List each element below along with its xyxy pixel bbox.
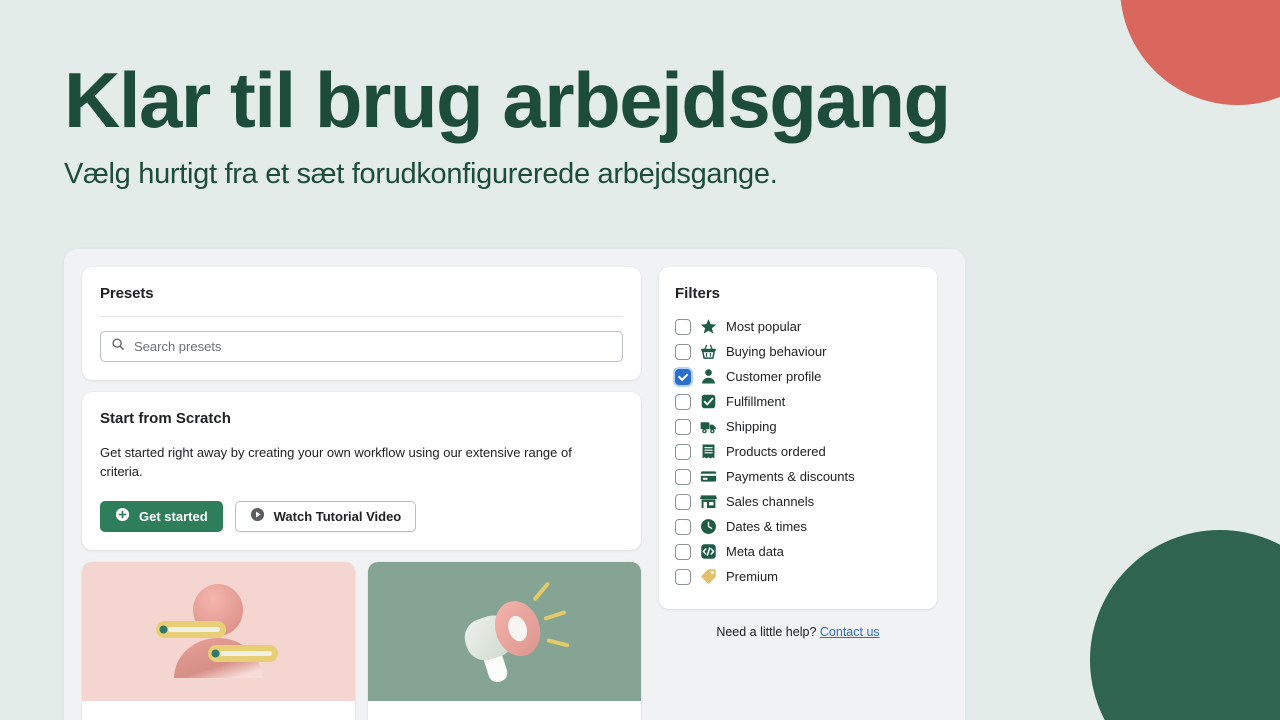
filter-checkbox[interactable] xyxy=(675,418,691,435)
person-icon xyxy=(700,368,717,385)
page-title: Klar til brug arbejdsgang xyxy=(64,56,951,144)
filter-label: Sales channels xyxy=(726,494,815,509)
preset-card-footer xyxy=(368,700,641,720)
filter-row[interactable]: Customer profile xyxy=(675,364,921,389)
filter-row[interactable]: Fulfillment xyxy=(675,389,921,414)
receipt-icon xyxy=(700,443,717,460)
filter-row[interactable]: Most popular xyxy=(675,314,921,339)
hero-section: Klar til brug arbejdsgang Vælg hurtigt f… xyxy=(64,56,1064,191)
filter-row[interactable]: Payments & discounts xyxy=(675,464,921,489)
right-column: Filters Most popular Buying behaviour Cust… xyxy=(659,267,937,720)
app-window: Presets Start from Scratch Get started r… xyxy=(64,249,965,720)
truck-icon xyxy=(700,418,717,435)
scratch-title: Start from Scratch xyxy=(100,410,231,427)
filter-checkbox[interactable] xyxy=(675,343,691,360)
scratch-description: Get started right away by creating your … xyxy=(100,445,572,479)
play-circle-icon xyxy=(250,507,265,525)
filter-checkbox[interactable] xyxy=(675,493,691,510)
scratch-button-row: Get started Watch Tutorial Video xyxy=(100,500,623,532)
help-line: Need a little help? Contact us xyxy=(659,625,937,639)
filter-label: Premium xyxy=(726,569,779,584)
preset-card-customer-profile[interactable] xyxy=(82,561,355,720)
filters-list: Most popular Buying behaviour Customer pro… xyxy=(675,314,921,589)
filter-row[interactable]: Premium xyxy=(675,564,921,589)
start-from-scratch-card: Start from Scratch Get started right awa… xyxy=(82,392,641,550)
presets-card: Presets xyxy=(82,267,641,380)
page-subtitle: Vælg hurtigt fra et sæt forudkonfigurere… xyxy=(64,158,778,191)
plus-circle-icon xyxy=(115,507,130,525)
filter-label: Customer profile xyxy=(726,369,822,384)
watch-tutorial-label: Watch Tutorial Video xyxy=(273,508,402,524)
watch-tutorial-video-button[interactable]: Watch Tutorial Video xyxy=(234,500,417,532)
filter-row[interactable]: Meta data xyxy=(675,539,921,564)
get-started-label: Get started xyxy=(139,508,208,524)
filter-label: Dates & times xyxy=(726,519,807,534)
filters-title: Filters xyxy=(675,285,721,302)
filter-row[interactable]: Buying behaviour xyxy=(675,339,921,364)
filter-row[interactable]: Products ordered xyxy=(675,439,921,464)
checkbox-icon xyxy=(700,393,717,410)
filter-label: Most popular xyxy=(726,319,802,334)
filter-checkbox[interactable] xyxy=(675,468,691,485)
filter-row[interactable]: Sales channels xyxy=(675,489,921,514)
filter-checkbox[interactable] xyxy=(675,393,691,410)
preset-thumbnail-row xyxy=(82,561,641,720)
filter-label: Payments & discounts xyxy=(726,469,855,484)
star-icon xyxy=(700,318,717,335)
filter-checkbox[interactable] xyxy=(675,518,691,535)
code-icon xyxy=(700,543,717,560)
filter-checkbox[interactable] xyxy=(675,318,691,335)
search-container xyxy=(82,317,641,380)
search-field[interactable] xyxy=(100,331,623,362)
filters-card: Filters Most popular Buying behaviour Cust… xyxy=(659,267,937,609)
filter-row[interactable]: Dates & times xyxy=(675,514,921,539)
tag-icon xyxy=(700,568,717,585)
decorative-circle-top-right xyxy=(1120,0,1280,105)
filter-label: Shipping xyxy=(726,419,777,434)
filter-checkbox[interactable] xyxy=(675,568,691,585)
filter-label: Products ordered xyxy=(726,444,826,459)
filter-row[interactable]: Shipping xyxy=(675,414,921,439)
filter-checkbox[interactable] xyxy=(675,443,691,460)
credit-card-icon xyxy=(700,468,717,485)
filter-label: Fulfillment xyxy=(726,394,786,409)
filter-checkbox[interactable] xyxy=(675,543,691,560)
get-started-button[interactable]: Get started xyxy=(100,500,223,532)
contact-us-link[interactable]: Contact us xyxy=(820,625,880,639)
search-icon xyxy=(111,337,125,356)
decorative-circle-bottom-right xyxy=(1090,530,1280,720)
search-input[interactable] xyxy=(134,339,612,354)
clock-icon xyxy=(700,518,717,535)
customer-profile-illustration xyxy=(82,561,355,701)
preset-card-footer xyxy=(82,700,355,720)
filter-label: Buying behaviour xyxy=(726,344,827,359)
filter-label: Meta data xyxy=(726,544,784,559)
filter-checkbox[interactable] xyxy=(675,368,691,385)
basket-icon xyxy=(700,343,717,360)
left-column: Presets Start from Scratch Get started r… xyxy=(82,267,641,720)
megaphone-illustration xyxy=(368,561,641,701)
presets-title: Presets xyxy=(100,285,154,302)
preset-card-megaphone[interactable] xyxy=(368,561,641,720)
help-text: Need a little help? xyxy=(716,625,817,639)
storefront-icon xyxy=(700,493,717,510)
